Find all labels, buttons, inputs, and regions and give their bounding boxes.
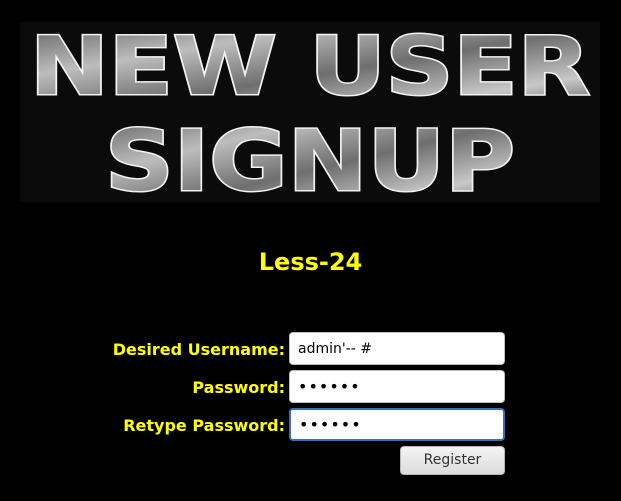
retype-password-input[interactable]: [289, 408, 505, 441]
signup-form: Desired Username: Password: Retype Passw…: [0, 0, 621, 501]
retype-password-label: Retype Password:: [123, 416, 285, 435]
password-input[interactable]: [289, 370, 505, 403]
register-button[interactable]: Register: [400, 446, 505, 475]
username-input[interactable]: [289, 332, 505, 365]
password-label: Password:: [192, 378, 285, 397]
username-label: Desired Username:: [112, 340, 285, 359]
